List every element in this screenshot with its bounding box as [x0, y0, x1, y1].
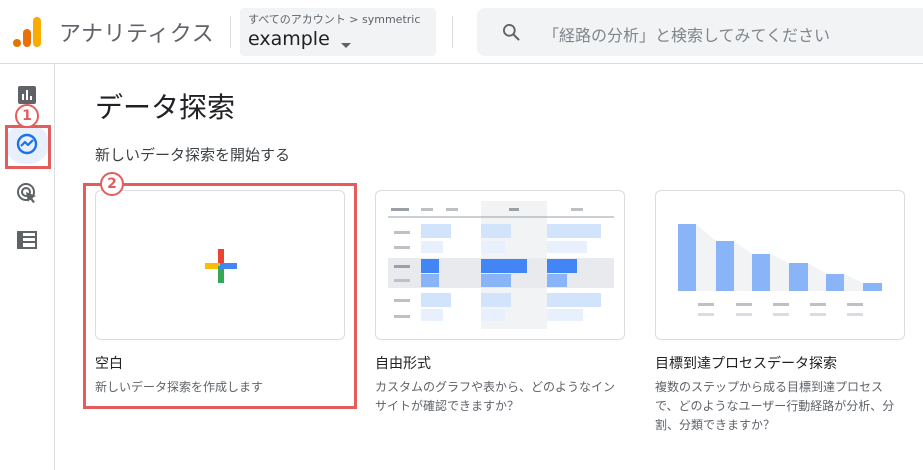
template-card-funnel[interactable]: 目標到達プロセスデータ探索 複数のステップから成る目標到達プロセスで、どのような… — [655, 190, 905, 436]
freeform-table-illustration — [388, 201, 614, 329]
template-card-freeform[interactable]: 自由形式 カスタムのグラフや表から、どのようなインサイトが確認できますか？ — [375, 190, 625, 416]
search-icon — [503, 24, 520, 41]
search-bar[interactable]: 「経路の分析」と検索してみてください — [477, 8, 923, 56]
funnel-chart-illustration — [678, 224, 882, 316]
advertising-icon[interactable] — [14, 180, 40, 206]
app-title: アナリティクス — [59, 22, 215, 47]
header-divider — [230, 16, 231, 48]
template-description: 複数のステップから成る目標到達プロセスで、どのようなユーザー行動経路が分析、分割… — [655, 380, 895, 433]
highlight-box-explore — [5, 125, 51, 169]
template-thumbnail-funnel — [655, 190, 905, 340]
search-input[interactable]: 「経路の分析」と検索してみてください — [543, 22, 830, 46]
header-divider — [452, 16, 453, 48]
template-thumbnail-freeform — [375, 190, 625, 340]
page-title: データ探索 — [95, 91, 236, 124]
chevron-down-icon — [341, 43, 351, 48]
analytics-logo-icon[interactable] — [13, 17, 41, 47]
template-name: 自由形式 — [375, 356, 431, 372]
analytics-app: アナリティクス すべてのアカウント > symmetric example 「経… — [0, 0, 923, 470]
configure-icon[interactable] — [14, 227, 40, 253]
highlight-box-blank-template — [83, 183, 357, 409]
account-selector[interactable]: すべてのアカウント > symmetric example — [240, 8, 436, 56]
top-header: アナリティクス すべてのアカウント > symmetric example 「経… — [0, 0, 923, 64]
account-path: すべてのアカウント > symmetric — [248, 13, 421, 26]
template-name: 目標到達プロセスデータ探索 — [655, 356, 837, 372]
property-name: example — [248, 28, 330, 50]
section-subtitle: 新しいデータ探索を開始する — [95, 146, 291, 164]
annotation-badge-2: 2 — [100, 172, 124, 196]
annotation-badge-1: 1 — [15, 104, 39, 128]
template-description: カスタムのグラフや表から、どのようなインサイトが確認できますか？ — [375, 380, 616, 414]
